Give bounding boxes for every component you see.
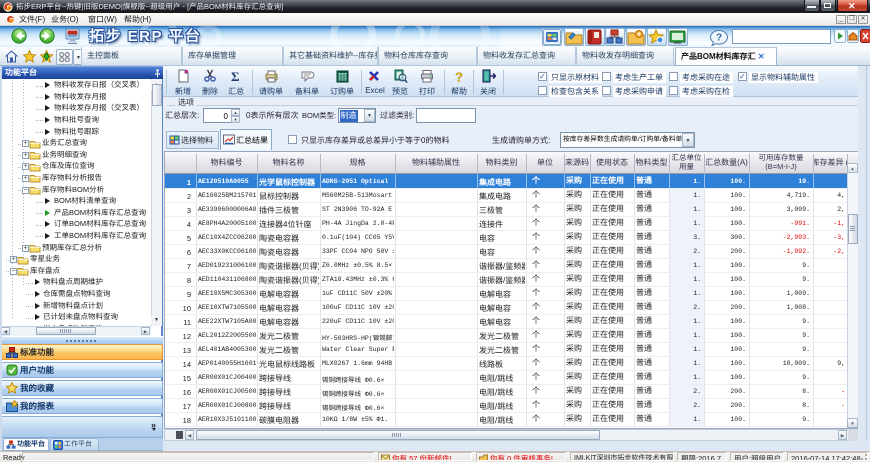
svg-text:?: ? [455, 70, 463, 85]
svg-text:?: ? [716, 33, 722, 44]
svg-text:Σ: Σ [231, 69, 240, 84]
